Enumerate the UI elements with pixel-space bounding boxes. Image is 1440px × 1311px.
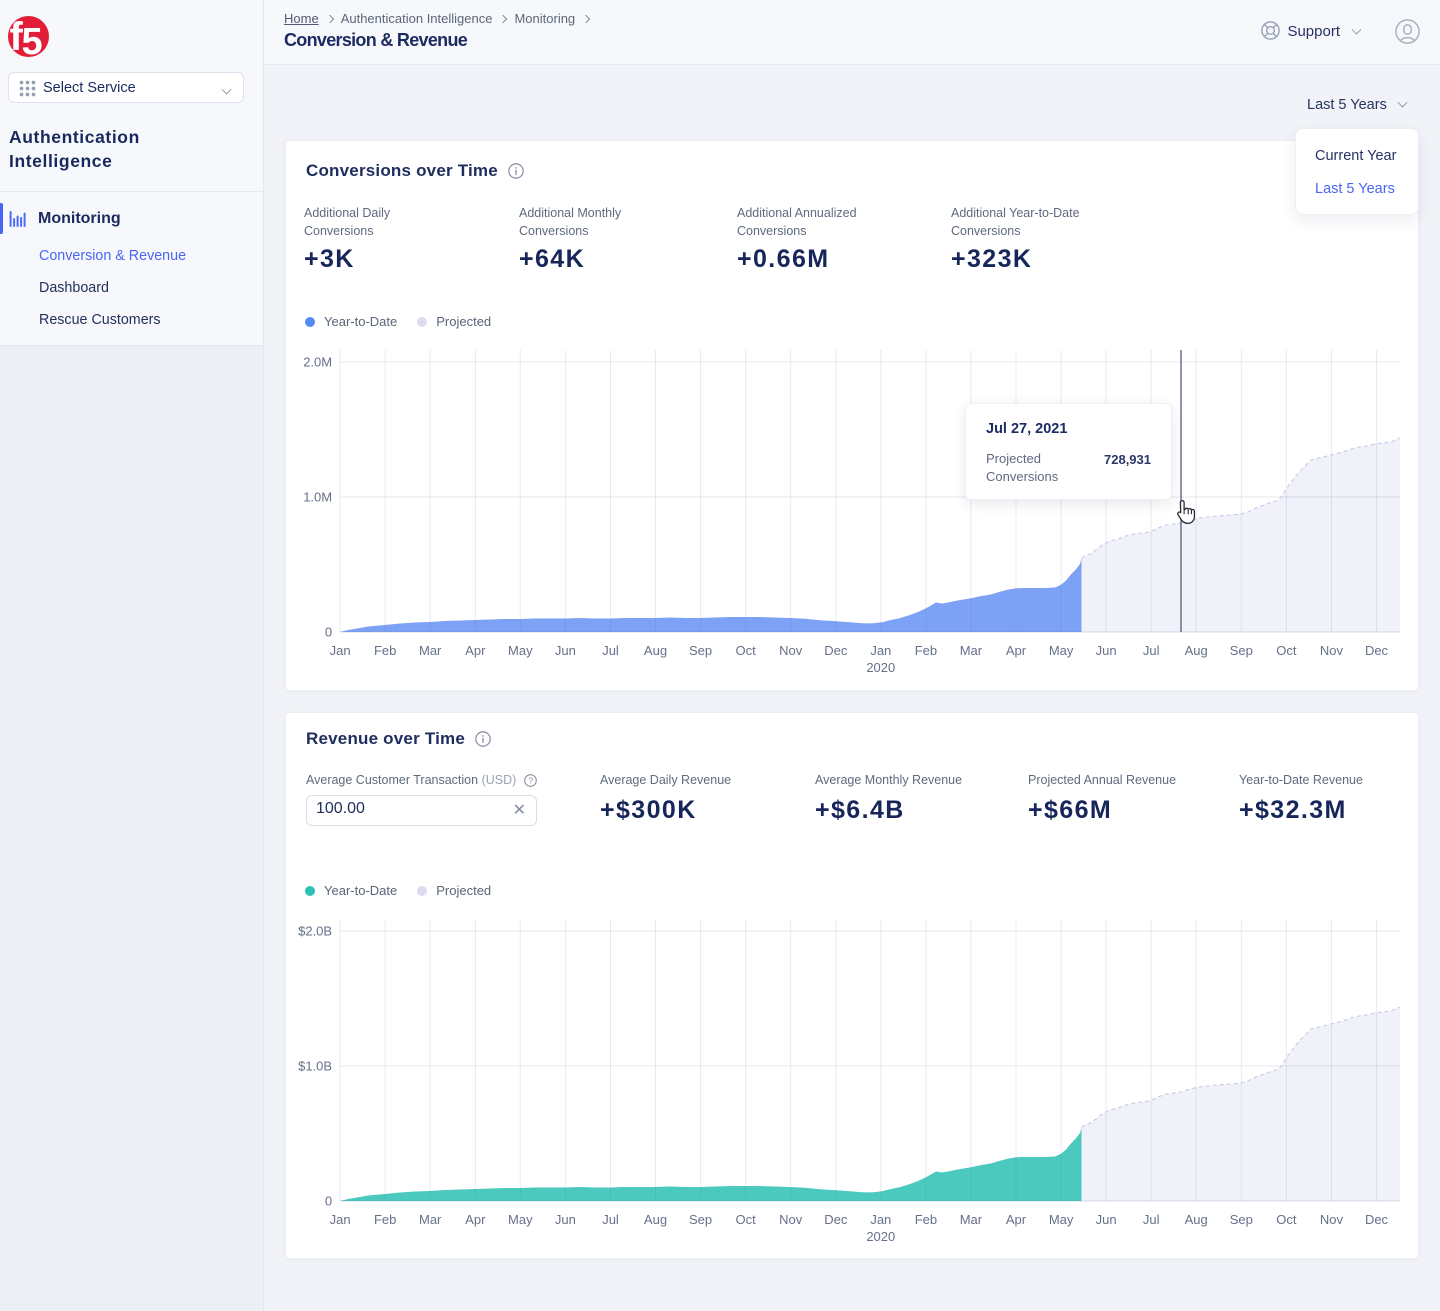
svg-text:Feb: Feb bbox=[374, 643, 396, 658]
svg-text:$2.0B: $2.0B bbox=[298, 924, 332, 939]
svg-text:2.0M: 2.0M bbox=[303, 355, 332, 370]
svg-text:Jan: Jan bbox=[330, 1212, 351, 1227]
svg-text:0: 0 bbox=[325, 625, 332, 640]
svg-text:Sep: Sep bbox=[689, 643, 712, 658]
svg-text:Nov: Nov bbox=[779, 643, 803, 658]
svg-text:Mar: Mar bbox=[960, 643, 983, 658]
svg-text:Jul: Jul bbox=[1143, 1212, 1160, 1227]
svg-text:Dec: Dec bbox=[1365, 643, 1389, 658]
svg-text:Oct: Oct bbox=[735, 1212, 756, 1227]
svg-text:Jun: Jun bbox=[555, 1212, 576, 1227]
svg-text:Dec: Dec bbox=[1365, 1212, 1389, 1227]
svg-text:Jul: Jul bbox=[602, 643, 619, 658]
svg-text:Jan: Jan bbox=[330, 643, 351, 658]
svg-text:May: May bbox=[508, 1212, 533, 1227]
svg-text:Apr: Apr bbox=[465, 1212, 486, 1227]
svg-text:5: 5 bbox=[22, 21, 43, 57]
svg-text:Mar: Mar bbox=[960, 1212, 983, 1227]
svg-text:2020: 2020 bbox=[866, 1229, 895, 1244]
svg-text:Apr: Apr bbox=[1006, 643, 1027, 658]
svg-text:Jul: Jul bbox=[1143, 643, 1160, 658]
svg-text:Jul: Jul bbox=[602, 1212, 619, 1227]
svg-text:Nov: Nov bbox=[779, 1212, 803, 1227]
svg-text:$1.0B: $1.0B bbox=[298, 1059, 332, 1074]
svg-text:Oct: Oct bbox=[735, 643, 756, 658]
svg-text:Feb: Feb bbox=[374, 1212, 396, 1227]
svg-text:May: May bbox=[1049, 643, 1074, 658]
svg-text:?: ? bbox=[528, 776, 533, 786]
svg-text:Sep: Sep bbox=[1230, 643, 1253, 658]
svg-text:Mar: Mar bbox=[419, 643, 442, 658]
svg-text:Sep: Sep bbox=[689, 1212, 712, 1227]
svg-text:Aug: Aug bbox=[644, 643, 667, 658]
svg-text:Dec: Dec bbox=[824, 643, 848, 658]
svg-text:Feb: Feb bbox=[915, 643, 937, 658]
svg-text:Sep: Sep bbox=[1230, 1212, 1253, 1227]
svg-text:Aug: Aug bbox=[1185, 1212, 1208, 1227]
svg-text:May: May bbox=[508, 643, 533, 658]
svg-text:1.0M: 1.0M bbox=[303, 490, 332, 505]
svg-text:Aug: Aug bbox=[644, 1212, 667, 1227]
svg-text:Aug: Aug bbox=[1185, 643, 1208, 658]
svg-text:Jan: Jan bbox=[870, 643, 891, 658]
svg-text:Apr: Apr bbox=[1006, 1212, 1027, 1227]
svg-text:2020: 2020 bbox=[866, 660, 895, 675]
svg-text:Jun: Jun bbox=[555, 643, 576, 658]
svg-text:Oct: Oct bbox=[1276, 643, 1297, 658]
svg-text:Nov: Nov bbox=[1320, 643, 1344, 658]
svg-text:Jun: Jun bbox=[1096, 1212, 1117, 1227]
svg-text:Feb: Feb bbox=[915, 1212, 937, 1227]
svg-text:May: May bbox=[1049, 1212, 1074, 1227]
svg-text:Jan: Jan bbox=[870, 1212, 891, 1227]
svg-text:0: 0 bbox=[325, 1194, 332, 1209]
svg-text:Nov: Nov bbox=[1320, 1212, 1344, 1227]
svg-text:Jun: Jun bbox=[1096, 643, 1117, 658]
svg-text:Apr: Apr bbox=[465, 643, 486, 658]
svg-text:Dec: Dec bbox=[824, 1212, 848, 1227]
svg-text:Mar: Mar bbox=[419, 1212, 442, 1227]
svg-text:Oct: Oct bbox=[1276, 1212, 1297, 1227]
